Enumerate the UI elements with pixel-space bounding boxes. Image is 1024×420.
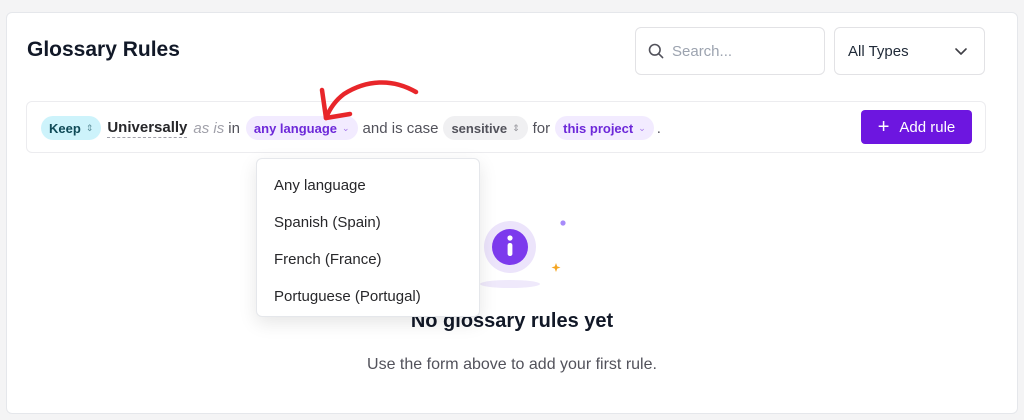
- search-icon: [648, 43, 664, 59]
- language-chip-label: any language: [253, 120, 337, 136]
- language-chip[interactable]: any language ⌄: [245, 116, 358, 140]
- language-option-french-france[interactable]: French (France): [257, 241, 479, 278]
- add-rule-button[interactable]: + Add rule: [861, 110, 972, 144]
- language-option-spanish-spain[interactable]: Spanish (Spain): [257, 204, 479, 241]
- scope-chip-label: this project: [563, 120, 634, 136]
- up-down-caret-icon: ⇕: [85, 122, 94, 133]
- search-input[interactable]: [672, 42, 812, 60]
- chevron-down-icon: ⌄: [638, 122, 646, 133]
- add-rule-label: Add rule: [899, 118, 956, 136]
- page-title: Glossary Rules: [27, 38, 180, 61]
- in-text: in: [228, 119, 240, 137]
- scope-chip[interactable]: this project ⌄: [555, 116, 654, 140]
- case-chip-label: sensitive: [451, 120, 508, 136]
- period-text: .: [656, 119, 661, 137]
- case-chip[interactable]: sensitive ⇕: [443, 116, 528, 140]
- action-chip[interactable]: Keep ⇕: [41, 116, 102, 140]
- language-option-portuguese-portugal[interactable]: Portuguese (Portugal): [257, 278, 479, 315]
- language-dropdown-menu: Any language Spanish (Spain) French (Fra…: [256, 158, 480, 317]
- language-option-any[interactable]: Any language: [257, 167, 479, 204]
- term-text[interactable]: Universally: [107, 119, 188, 138]
- for-text: for: [532, 119, 551, 137]
- chevron-down-icon: ⌄: [342, 122, 350, 133]
- info-icon: [480, 220, 566, 288]
- rule-sentence: Keep ⇕ Universally as is in any language…: [41, 115, 661, 141]
- search-box[interactable]: [635, 27, 825, 75]
- and-case-text: and is case: [362, 119, 439, 137]
- empty-state-title: No glossary rules yet: [410, 310, 614, 332]
- type-filter-select[interactable]: All Types: [834, 27, 985, 75]
- plus-icon: +: [877, 116, 890, 138]
- chevron-down-icon: [955, 48, 967, 55]
- type-filter-value: All Types: [848, 42, 909, 60]
- empty-state-subtitle: Use the form above to add your first rul…: [367, 356, 657, 373]
- action-chip-label: Keep: [49, 120, 81, 136]
- as-is-text: as is: [193, 119, 225, 137]
- up-down-caret-icon: ⇕: [512, 122, 520, 133]
- rule-builder-bar: Keep ⇕ Universally as is in any language…: [26, 101, 986, 153]
